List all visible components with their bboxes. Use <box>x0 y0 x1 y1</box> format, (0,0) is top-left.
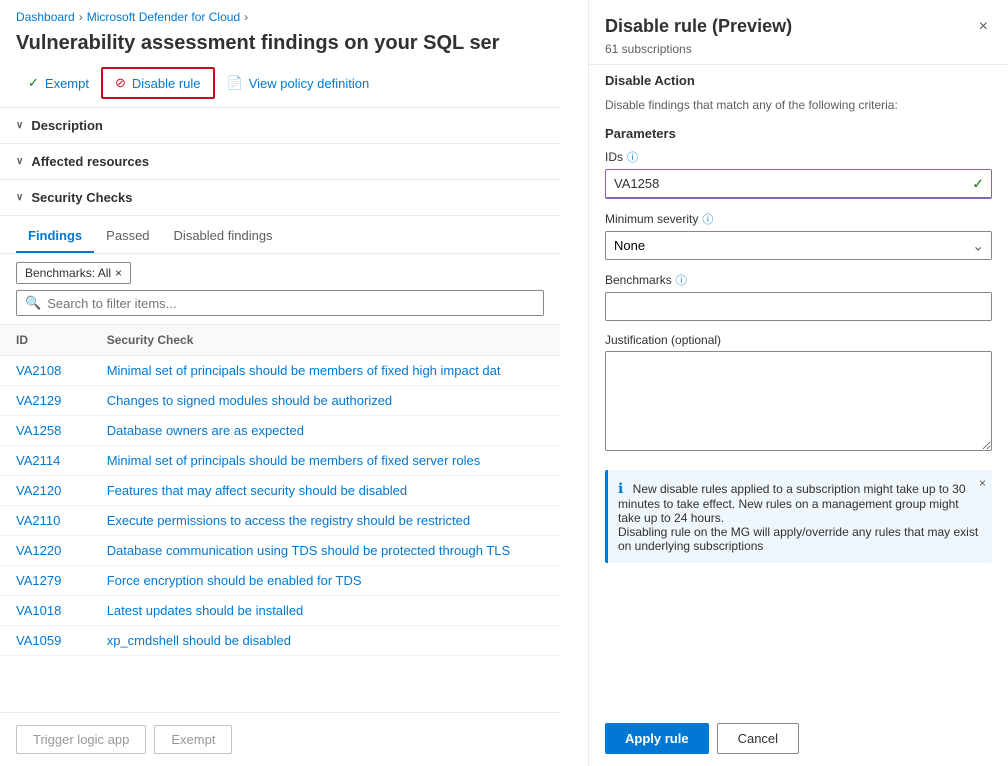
cell-security-check: Force encryption should be enabled for T… <box>91 566 560 596</box>
cell-id: VA2114 <box>0 446 91 476</box>
panel-title: Disable rule (Preview) <box>605 16 792 37</box>
justification-textarea[interactable] <box>605 351 992 451</box>
document-icon: 📄 <box>227 75 243 91</box>
ban-icon: ⊘ <box>115 75 126 91</box>
search-icon: 🔍 <box>25 295 41 311</box>
page-title: Vulnerability assessment findings on you… <box>0 28 560 67</box>
disable-rule-panel: Disable rule (Preview) × 61 subscription… <box>588 0 1008 766</box>
chevron-down-icon: ∨ <box>16 192 23 203</box>
cell-security-check: Database communication using TDS should … <box>91 536 560 566</box>
panel-header: Disable rule (Preview) × <box>589 0 1008 42</box>
check-circle-icon: ✓ <box>28 75 39 91</box>
benchmarks-info-icon[interactable]: ⓘ <box>676 272 687 288</box>
description-section[interactable]: ∨ Description <box>0 108 560 144</box>
search-box[interactable]: 🔍 <box>16 290 544 316</box>
tab-passed[interactable]: Passed <box>94 220 161 253</box>
bottom-bar: Trigger logic app Exempt <box>0 712 560 766</box>
table-row[interactable]: VA2110Execute permissions to access the … <box>0 506 560 536</box>
close-filter-icon[interactable]: × <box>115 266 122 280</box>
cell-security-check: Minimal set of principals should be memb… <box>91 356 560 386</box>
cancel-button[interactable]: Cancel <box>717 723 799 754</box>
chevron-down-icon: ∨ <box>16 120 23 131</box>
parameters-title: Parameters <box>589 120 1008 145</box>
cell-security-check: Changes to signed modules should be auth… <box>91 386 560 416</box>
column-id: ID <box>0 325 91 356</box>
ids-label: IDs <box>605 150 623 164</box>
min-severity-field: Minimum severity ⓘ None Low Medium High <box>589 207 1008 268</box>
justification-field: Justification (optional) <box>589 329 1008 462</box>
trigger-logic-app-button[interactable]: Trigger logic app <box>16 725 146 754</box>
security-checks-section[interactable]: ∨ Security Checks <box>0 180 560 216</box>
tabs: Findings Passed Disabled findings <box>0 220 560 254</box>
table-row[interactable]: VA1258Database owners are as expected <box>0 416 560 446</box>
table-row[interactable]: VA1279Force encryption should be enabled… <box>0 566 560 596</box>
cell-security-check: Features that may affect security should… <box>91 476 560 506</box>
table-row[interactable]: VA2114Minimal set of principals should b… <box>0 446 560 476</box>
panel-close-button[interactable]: × <box>975 16 992 38</box>
info-box-close-button[interactable]: × <box>979 476 986 490</box>
cell-id: VA1220 <box>0 536 91 566</box>
cell-security-check: Database owners are as expected <box>91 416 560 446</box>
cell-id: VA1018 <box>0 596 91 626</box>
disable-rule-button[interactable]: ⊘ Disable rule <box>101 67 215 99</box>
column-security-check: Security Check <box>91 325 560 356</box>
ids-input[interactable] <box>605 169 992 199</box>
search-input[interactable] <box>47 296 247 311</box>
info-box: × ℹ New disable rules applied to a subsc… <box>605 470 992 563</box>
benchmarks-field: Benchmarks ⓘ <box>589 268 1008 329</box>
cell-id: VA1279 <box>0 566 91 596</box>
table-row[interactable]: VA1018Latest updates should be installed <box>0 596 560 626</box>
toolbar: ✓ Exempt ⊘ Disable rule 📄 View policy de… <box>0 67 560 108</box>
ids-check-icon: ✓ <box>972 176 984 193</box>
filter-bar: Benchmarks: All × 🔍 <box>0 254 560 325</box>
min-severity-label: Minimum severity <box>605 212 698 226</box>
info-icon: ℹ <box>618 480 623 496</box>
table-row[interactable]: VA2108Minimal set of principals should b… <box>0 356 560 386</box>
chevron-down-icon: ∨ <box>16 156 23 167</box>
findings-table: ID Security Check VA2108Minimal set of p… <box>0 325 560 656</box>
table-row[interactable]: VA1220Database communication using TDS s… <box>0 536 560 566</box>
benchmarks-label: Benchmarks <box>605 273 672 287</box>
breadcrumb-defender[interactable]: Microsoft Defender for Cloud <box>87 10 240 24</box>
cell-security-check: Latest updates should be installed <box>91 596 560 626</box>
benchmarks-filter[interactable]: Benchmarks: All × <box>16 262 131 284</box>
view-policy-button[interactable]: 📄 View policy definition <box>215 69 382 97</box>
cell-security-check: Minimal set of principals should be memb… <box>91 446 560 476</box>
breadcrumb-dashboard[interactable]: Dashboard <box>16 10 75 24</box>
affected-resources-section[interactable]: ∨ Affected resources <box>0 144 560 180</box>
tab-findings[interactable]: Findings <box>16 220 94 253</box>
cell-id: VA2129 <box>0 386 91 416</box>
ids-field: IDs ⓘ ✓ <box>589 145 1008 207</box>
benchmarks-input[interactable] <box>605 292 992 321</box>
apply-rule-button[interactable]: Apply rule <box>605 723 709 754</box>
breadcrumb: Dashboard › Microsoft Defender for Cloud… <box>0 0 560 28</box>
cell-id: VA1059 <box>0 626 91 656</box>
cell-id: VA2110 <box>0 506 91 536</box>
panel-footer: Apply rule Cancel <box>589 711 1008 766</box>
cell-id: VA1258 <box>0 416 91 446</box>
table-row[interactable]: VA2129Changes to signed modules should b… <box>0 386 560 416</box>
min-severity-select-wrap: None Low Medium High <box>605 231 992 260</box>
exempt-bottom-button[interactable]: Exempt <box>154 725 232 754</box>
table-row[interactable]: VA1059xp_cmdshell should be disabled <box>0 626 560 656</box>
tab-disabled-findings[interactable]: Disabled findings <box>162 220 285 253</box>
cell-security-check: xp_cmdshell should be disabled <box>91 626 560 656</box>
cell-security-check: Execute permissions to access the regist… <box>91 506 560 536</box>
disable-action-desc: Disable findings that match any of the f… <box>589 94 1008 120</box>
exempt-button[interactable]: ✓ Exempt <box>16 69 101 97</box>
cell-id: VA2108 <box>0 356 91 386</box>
min-severity-select[interactable]: None Low Medium High <box>605 231 992 260</box>
table-row[interactable]: VA2120Features that may affect security … <box>0 476 560 506</box>
justification-label: Justification (optional) <box>605 333 721 347</box>
ids-info-icon[interactable]: ⓘ <box>627 149 638 165</box>
panel-subtitle: 61 subscriptions <box>589 42 1008 64</box>
info-box-text: New disable rules applied to a subscript… <box>618 482 978 553</box>
min-severity-info-icon[interactable]: ⓘ <box>702 211 713 227</box>
cell-id: VA2120 <box>0 476 91 506</box>
disable-action-title: Disable Action <box>589 64 1008 94</box>
